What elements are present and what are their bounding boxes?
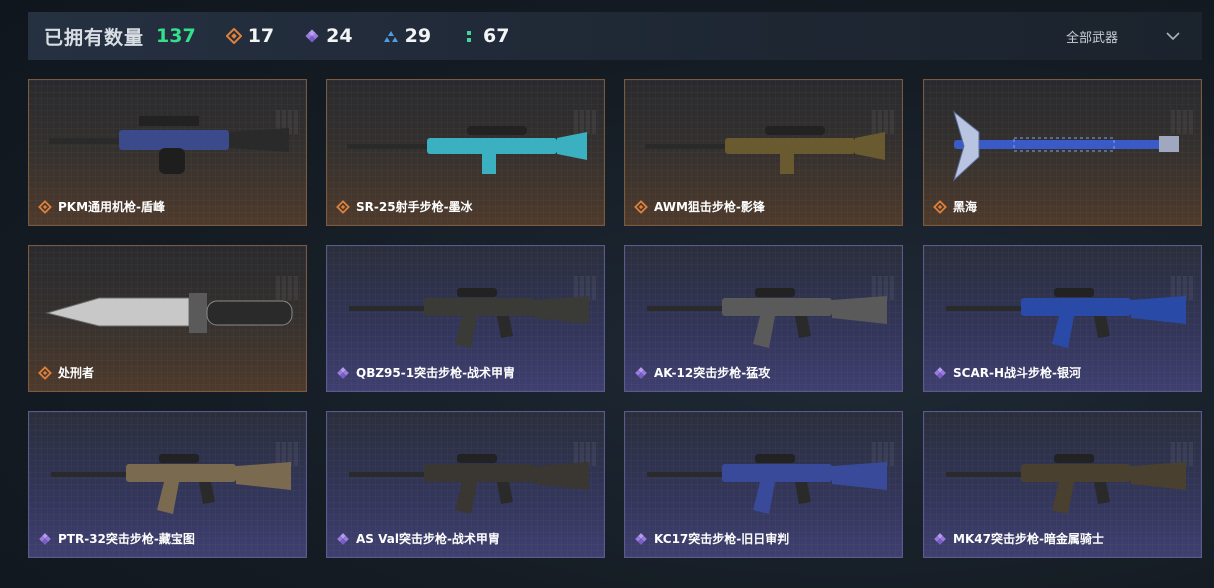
weapon-name: SCAR-H战斗步枪-银河 — [953, 366, 1081, 380]
rifle-image — [51, 454, 291, 514]
weapon-name-row: AWM狙击步枪-影锋 — [634, 198, 765, 215]
weapon-name-row: PTR-32突击步枪-藏宝图 — [38, 530, 195, 547]
owned-label: 已拥有数量 — [44, 26, 145, 49]
sniper-rifle-image — [347, 126, 587, 174]
weapon-name-row: AS Val突击步枪-战术甲胄 — [336, 530, 500, 547]
weapon-card[interactable]: 处刑者 — [28, 245, 307, 392]
collection-header: 已拥有数量 137 17 24 29 67 全部武器 — [28, 12, 1202, 60]
weapon-name-row: KC17突击步枪-旧日审判 — [634, 530, 789, 547]
weapon-name: 黑海 — [953, 200, 978, 214]
blue-triangle-icon — [383, 31, 398, 42]
weapon-name-row: 黑海 — [933, 198, 977, 215]
weapon-name-row: QBZ95-1突击步枪-战术甲胄 — [336, 364, 515, 381]
orange-diamond-icon — [336, 199, 350, 214]
purple-diamond-icon — [337, 366, 349, 379]
rifle-image — [647, 288, 887, 348]
weapon-name-row: MK47突击步枪-暗金属骑士 — [933, 530, 1104, 547]
weapon-name: AWM狙击步枪-影锋 — [654, 200, 765, 214]
weapon-filter-dropdown[interactable]: 全部武器 — [1066, 12, 1182, 60]
rifle-image — [349, 288, 589, 348]
orange-diamond-icon — [933, 199, 947, 214]
rifle-image — [647, 454, 887, 514]
weapon-name-row: AK-12突击步枪-猛攻 — [634, 364, 770, 381]
axe-image — [953, 110, 1179, 182]
stat-purple: 24 — [304, 25, 353, 47]
rifle-image — [349, 454, 589, 514]
weapon-name: AK-12突击步枪-猛攻 — [654, 366, 771, 380]
weapon-name-row: PKM通用机枪-盾峰 — [38, 198, 165, 215]
purple-diamond-icon — [934, 366, 946, 379]
owned-count: 137 — [156, 25, 196, 47]
purple-diamond-icon — [635, 366, 647, 379]
weapon-card[interactable]: AK-12突击步枪-猛攻 — [624, 245, 903, 392]
weapon-card[interactable]: SR-25射手步枪-墨冰 — [326, 79, 605, 226]
weapon-name: AS Val突击步枪-战术甲胄 — [356, 532, 500, 546]
weapon-card[interactable]: KC17突击步枪-旧日审判 — [624, 411, 903, 558]
purple-diamond-icon — [305, 29, 319, 43]
stat-green: 67 — [461, 25, 510, 47]
weapon-card[interactable]: SCAR-H战斗步枪-银河 — [923, 245, 1202, 392]
stat-orange-count: 17 — [247, 25, 275, 47]
weapon-card[interactable]: PTR-32突击步枪-藏宝图 — [28, 411, 307, 558]
purple-diamond-icon — [39, 532, 51, 545]
weapon-name: KC17突击步枪-旧日审判 — [654, 532, 790, 546]
weapon-name: PKM通用机枪-盾峰 — [58, 200, 166, 214]
weapon-card[interactable]: PKM通用机枪-盾峰 — [28, 79, 307, 226]
rifle-image — [946, 454, 1186, 514]
weapon-name: MK47突击步枪-暗金属骑士 — [953, 532, 1104, 546]
stat-blue: 29 — [383, 25, 431, 47]
weapon-name: PTR-32突击步枪-藏宝图 — [58, 532, 195, 546]
purple-diamond-icon — [635, 532, 647, 545]
weapon-name: QBZ95-1突击步枪-战术甲胄 — [356, 366, 516, 380]
orange-diamond-icon — [38, 365, 52, 380]
weapon-name-row: SCAR-H战斗步枪-银河 — [933, 364, 1081, 381]
purple-diamond-icon — [337, 532, 349, 545]
weapon-card[interactable]: MK47突击步枪-暗金属骑士 — [923, 411, 1202, 558]
weapon-card[interactable]: 黑海 — [923, 79, 1202, 226]
knife-image — [45, 293, 293, 333]
weapon-filter-label: 全部武器 — [1065, 30, 1118, 46]
weapon-name: SR-25射手步枪-墨冰 — [356, 200, 473, 214]
stat-blue-count: 29 — [404, 25, 432, 47]
weapon-name-row: SR-25射手步枪-墨冰 — [336, 198, 473, 215]
rifle-image — [946, 288, 1186, 348]
stat-orange: 17 — [225, 25, 275, 47]
green-dots-icon — [467, 31, 472, 42]
stat-purple-count: 24 — [326, 25, 353, 47]
chevron-down-icon — [1166, 32, 1180, 41]
stat-green-count: 67 — [483, 25, 510, 47]
sniper-rifle-image — [645, 126, 885, 174]
orange-diamond-icon — [38, 199, 52, 214]
weapon-name-row: 处刑者 — [38, 364, 94, 381]
weapon-card[interactable]: AS Val突击步枪-战术甲胄 — [326, 411, 605, 558]
orange-diamond-icon — [225, 28, 242, 44]
purple-diamond-icon — [934, 532, 946, 545]
weapon-name: 处刑者 — [58, 366, 95, 380]
weapon-card[interactable]: QBZ95-1突击步枪-战术甲胄 — [326, 245, 605, 392]
machine-gun-image — [49, 116, 289, 174]
orange-diamond-icon — [634, 199, 648, 214]
weapon-card[interactable]: AWM狙击步枪-影锋 — [624, 79, 903, 226]
